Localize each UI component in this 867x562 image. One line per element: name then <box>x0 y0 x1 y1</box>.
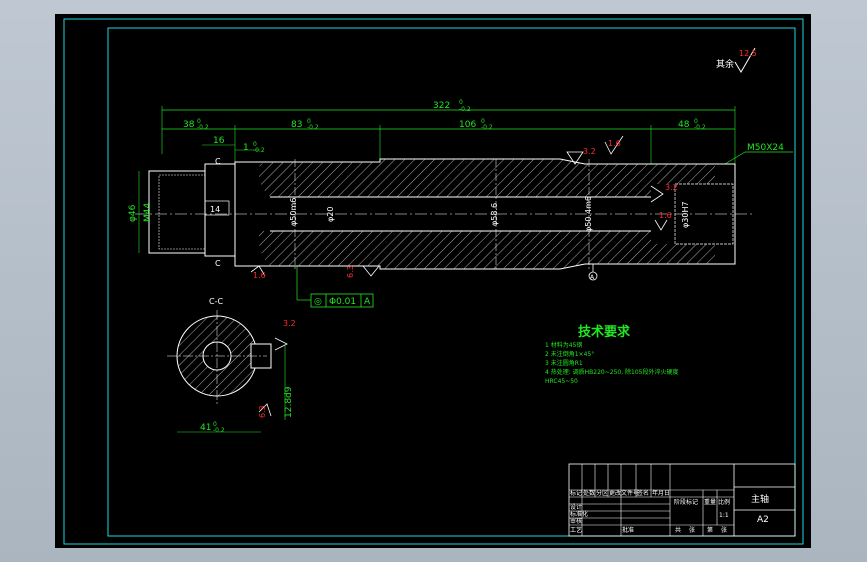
dim-mid1-len: 83 <box>291 120 302 130</box>
tol-upper-total: 0 <box>459 99 463 106</box>
tb-cell-sign: 签名 <box>637 489 649 497</box>
roughness-16b: 1.6 <box>659 211 672 220</box>
roughness-32: 3.2 <box>583 147 596 156</box>
inner-frame <box>107 27 796 537</box>
roughness-16c: 1.6 <box>253 271 266 280</box>
dim-small-16: 16 <box>213 136 225 146</box>
tb-cell-count: 处数 <box>583 489 595 497</box>
tb-cell-standard: 标准化 <box>570 510 588 518</box>
gdt-datum: A <box>364 297 371 307</box>
drawing-canvas: 其余 12.5 322 0 -0.2 38 0 -0.2 83 0 -0.2 1… <box>63 18 804 545</box>
tol-lower-left: -0.2 <box>197 124 209 131</box>
tb-cell-weight: 重量 <box>704 498 716 506</box>
section-bottom-dim: 41 <box>200 423 211 433</box>
tb-part-name: 主轴 <box>751 493 769 505</box>
tol-lower-right: -0.2 <box>694 124 706 131</box>
tb-cell-mark: 标记 <box>570 489 582 497</box>
cut-marker-bottom: C <box>215 259 221 268</box>
section-roughness-32: 3.2 <box>283 319 296 328</box>
tech-req-line-4: 4 热处理: 调质HB220~250, 除105段外淬火硬度 <box>545 368 678 376</box>
tb-cell-scale-value: 1:1 <box>719 512 729 519</box>
tb-cell-total: 共 <box>675 526 681 534</box>
gdt-frame: ◎ Φ0.01 A <box>310 293 374 308</box>
dim-thread-left: M44 <box>143 203 153 222</box>
tb-cell-zone: 分区 <box>596 489 608 497</box>
gdt-symbol: ◎ <box>314 297 322 307</box>
dim-dia58: φ58.6 <box>490 203 499 226</box>
dim-dia46: φ46 <box>128 204 138 222</box>
tb-cell-process: 工艺 <box>570 526 582 534</box>
tech-req-line-5: HRC45~50 <box>545 378 578 385</box>
title-block: 标记 处数 分区 更改文件号 签名 年月日 设计 标准化 审核 工艺 批准 阶段… <box>568 463 796 537</box>
dim-dia50-right: φ50.4m6 <box>584 196 593 232</box>
tol-lower-total: -0.2 <box>459 106 471 113</box>
other-surfaces-label: 其余 <box>716 58 734 70</box>
tol-lower-small1: -0.2 <box>253 147 265 154</box>
section-width-label: 12.8d9 <box>284 386 294 418</box>
tb-sheet-size: A2 <box>757 515 769 525</box>
tb-cell-sheets: 张 <box>689 526 695 534</box>
thread-right-label: M50X24 <box>747 143 784 153</box>
tb-cell-date: 年月日 <box>652 489 670 497</box>
gdt-value: Φ0.01 <box>329 297 356 307</box>
tb-cell-stage: 阶段标记 <box>674 498 698 506</box>
tech-req-line-1: 1 材料为45钢 <box>545 341 582 349</box>
tb-cell-sheet: 张 <box>721 526 727 534</box>
dim-small-1: 1 <box>243 143 249 153</box>
dim-dia20: φ20 <box>326 207 335 222</box>
section-roughness-63: 6.3 <box>258 405 267 418</box>
roughness-other-value: 12.5 <box>739 49 757 58</box>
boxed-dim-14: 14 <box>210 205 220 214</box>
tech-req-title: 技术要求 <box>578 324 631 340</box>
tol-lower-mid2: -0.2 <box>481 124 493 131</box>
tb-cell-scale: 比例 <box>718 498 730 506</box>
dim-left-len: 38 <box>183 120 195 130</box>
drawing-viewport[interactable]: 其余 12.5 322 0 -0.2 38 0 -0.2 83 0 -0.2 1… <box>55 14 811 548</box>
roughness-32b: 3.2 <box>665 183 678 192</box>
tech-req-line-2: 2 未注倒角1×45° <box>545 350 594 358</box>
dim-dia50: φ50m6 <box>289 198 298 226</box>
section-title: C-C <box>209 297 223 306</box>
dim-bore30: φ30H7 <box>681 201 690 228</box>
roughness-16a: 1.6 <box>608 139 621 148</box>
dim-mid2-len: 106 <box>459 120 476 130</box>
cut-marker-top: C <box>215 157 221 166</box>
dim-total-length: 322 <box>433 101 450 111</box>
section-cc-view: C-C 3.2 6.3 12.8d9 41 0 -0.2 <box>167 297 296 434</box>
tech-req-line-3: 3 未注圆角R1 <box>545 359 583 367</box>
tb-cell-approve: 批准 <box>622 526 634 534</box>
tb-cell-change: 更改文件号 <box>609 489 639 497</box>
tol-lower-section: -0.2 <box>213 427 225 434</box>
outer-frame <box>63 18 804 545</box>
tech-requirements: 技术要求 1 材料为45钢 2 未注倒角1×45° 3 未注圆角R1 4 热处理… <box>545 324 678 385</box>
tb-cell-design: 设计 <box>570 503 582 511</box>
tb-cell-review: 审核 <box>570 517 582 525</box>
tb-cell-no: 第 <box>707 526 713 534</box>
dim-right-len: 48 <box>678 120 690 130</box>
tol-lower-mid1: -0.2 <box>307 124 319 131</box>
roughness-63a: 6.3 <box>346 265 355 278</box>
